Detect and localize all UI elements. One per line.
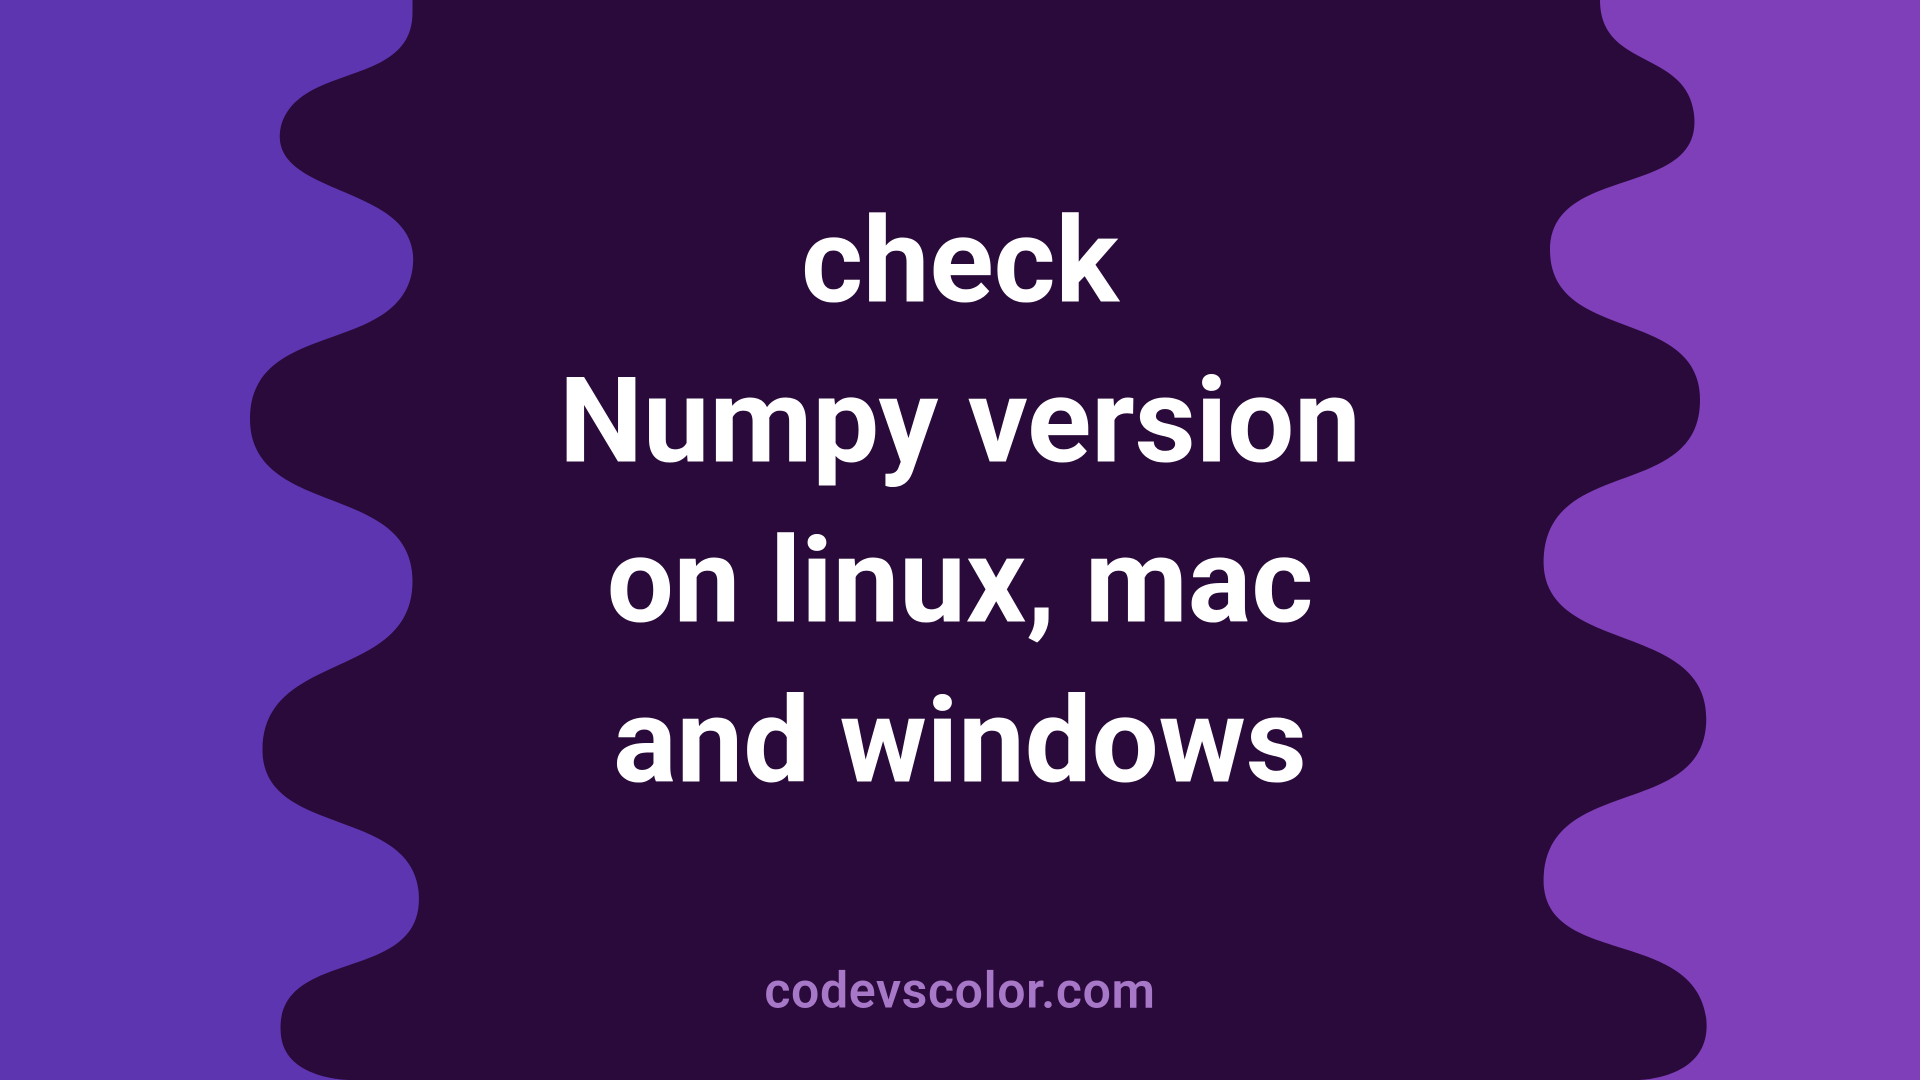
title-line-4: and windows [559, 663, 1361, 823]
title-line-3: on linux, mac [559, 503, 1361, 663]
title-container: check Numpy version on linux, mac and wi… [0, 0, 1920, 1080]
title-line-1: check [559, 182, 1361, 342]
watermark-text: codevscolor.com [0, 961, 1920, 1020]
title-line-2: Numpy version [559, 342, 1361, 502]
banner-stage: check Numpy version on linux, mac and wi… [0, 0, 1920, 1080]
banner-title: check Numpy version on linux, mac and wi… [559, 182, 1361, 823]
